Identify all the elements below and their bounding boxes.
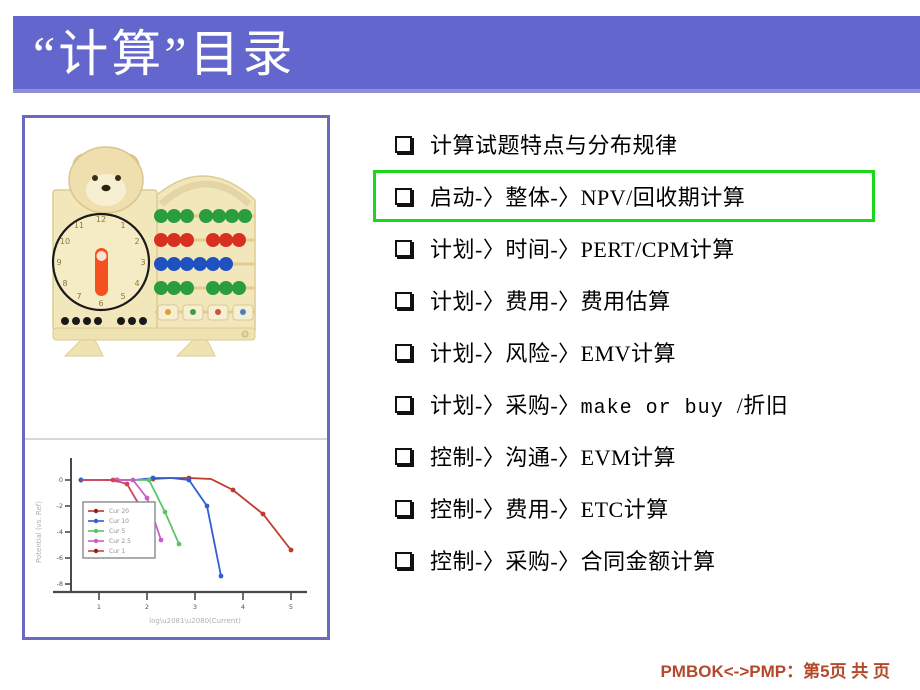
footer-page-note: PMBOK<->PMP：第5页 共 页 [660,662,890,681]
list-item-label: 控制-〉费用-〉ETC计算 [430,497,669,522]
svg-text:5: 5 [120,292,125,301]
list-item-label: 计划-〉费用-〉费用估算 [430,289,671,314]
list-item-label-head: 计划-〉采购-〉 [430,393,581,418]
abacus-toy-photo: 12 1 2 3 45 6 78 9 10 11 [25,118,327,438]
svg-text:1: 1 [120,221,125,230]
list-item-label: 控制-〉沟通-〉EVM计算 [430,445,677,470]
left-image-frame: 12 1 2 345 678 9 10 11 0 -2 -4 -6 -8 1 2… [22,115,330,640]
svg-text:-2: -2 [57,502,63,510]
svg-text:7: 7 [76,292,81,301]
slide-title-banner: “计算”目录 [13,16,920,93]
list-item-label: 计划-〉采购-〉make or buy /折旧 [430,388,788,420]
square-bullet-icon [395,135,412,153]
agenda-list: 计算试题特点与分布规律 启动-〉整体-〉NPV/回收期计算 计划-〉时间-〉PE… [373,118,903,586]
svg-text:4: 4 [241,603,245,611]
list-item[interactable]: 控制-〉采购-〉合同金额计算 [373,534,903,586]
svg-text:Cur 5: Cur 5 [109,528,125,535]
svg-text:3: 3 [140,258,145,267]
svg-text:Cur 10: Cur 10 [109,518,129,525]
svg-text:11: 11 [74,221,84,230]
list-item-label: 计划-〉风险-〉EMV计算 [430,341,677,366]
svg-text:-4: -4 [57,528,63,536]
svg-text:12: 12 [96,215,106,224]
banner-shade [13,89,920,93]
svg-text:8: 8 [62,279,67,288]
svg-text:4: 4 [134,279,139,288]
square-bullet-icon [395,395,412,413]
list-item[interactable]: 计算试题特点与分布规律 [373,118,903,170]
svg-text:6: 6 [98,299,103,308]
svg-text:1: 1 [97,603,101,611]
svg-text:5: 5 [289,603,293,611]
list-item-label: 控制-〉采购-〉合同金额计算 [430,549,716,574]
square-bullet-icon [395,291,412,309]
svg-text:Cur 2.5: Cur 2.5 [109,538,131,545]
svg-text:Cur 1: Cur 1 [109,548,125,555]
svg-text:0: 0 [59,476,63,484]
svg-text:2: 2 [134,237,139,246]
svg-text:2: 2 [145,603,149,611]
svg-text:9: 9 [56,258,61,267]
svg-text:10: 10 [60,237,70,246]
square-bullet-icon [395,499,412,517]
list-item[interactable]: 控制-〉费用-〉ETC计算 [373,482,903,534]
decay-line-chart: 0 -2 -4 -6 -8 1 2 3 4 5 log\u2081\u2080(Curren… [25,440,327,637]
square-bullet-icon [395,187,412,205]
svg-text:-6: -6 [57,554,63,562]
square-bullet-icon [395,447,412,465]
list-item[interactable]: 计划-〉采购-〉make or buy /折旧 [373,378,903,430]
svg-text:Potential (vs. Ref): Potential (vs. Ref) [35,501,43,563]
svg-text:-8: -8 [57,580,63,588]
list-item[interactable]: 计划-〉风险-〉EMV计算 [373,326,903,378]
square-bullet-icon [395,239,412,257]
list-item[interactable]: 计划-〉费用-〉费用估算 [373,274,903,326]
list-item[interactable]: 控制-〉沟通-〉EVM计算 [373,430,903,482]
list-item[interactable]: 计划-〉时间-〉PERT/CPM计算 [373,222,903,274]
svg-text:Cur 20: Cur 20 [109,508,129,515]
list-item-label-tail: /折旧 [736,393,789,418]
list-item-label: 计算试题特点与分布规律 [430,133,678,158]
svg-text:3: 3 [193,603,197,611]
svg-text:log\u2081\u2080(Current): log\u2081\u2080(Current) [149,617,241,625]
list-item-label-mono: make or buy [580,397,737,420]
list-item-label: 启动-〉整体-〉NPV/回收期计算 [430,185,746,210]
list-item-highlighted[interactable]: 启动-〉整体-〉NPV/回收期计算 [373,170,875,222]
page-title: “计算”目录 [33,25,296,82]
list-item-label: 计划-〉时间-〉PERT/CPM计算 [430,237,735,262]
square-bullet-icon [395,343,412,361]
square-bullet-icon [395,551,412,569]
